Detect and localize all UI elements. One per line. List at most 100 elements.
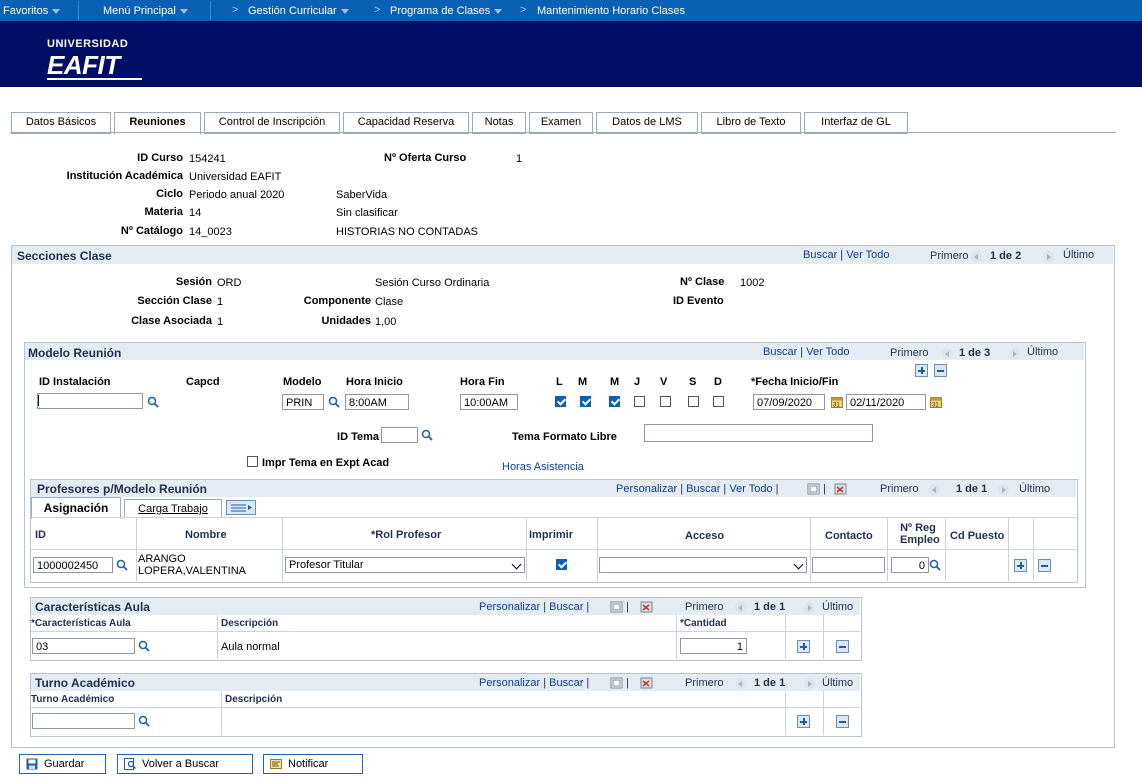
breadcrumb-programa[interactable]: Programa de Clases xyxy=(390,5,503,17)
search-icon[interactable] xyxy=(147,396,159,408)
breadcrumb-gestion[interactable]: Gestión Curricular xyxy=(248,5,349,17)
next-arrow-icon[interactable] xyxy=(1009,348,1020,359)
calendar-icon[interactable]: 31 xyxy=(930,396,943,408)
modelo-primero[interactable]: Primero xyxy=(890,347,929,359)
aula-personalizar-link[interactable]: Personalizar xyxy=(479,601,540,613)
contacto-input[interactable] xyxy=(812,557,885,573)
fecha-fin-input[interactable]: 02/11/2020 xyxy=(846,394,926,410)
prev-arrow-icon[interactable] xyxy=(735,678,746,689)
notificar-button[interactable]: Notificar xyxy=(263,754,363,774)
tab-libro-texto[interactable]: Libro de Texto xyxy=(701,112,801,134)
hora-inicio-input[interactable]: 8:00AM xyxy=(345,394,409,410)
add-row-button[interactable] xyxy=(1014,559,1027,572)
favoritos-menu[interactable]: Favoritos xyxy=(3,5,61,17)
search-icon[interactable] xyxy=(116,559,128,571)
day-m1-checkbox[interactable] xyxy=(580,396,591,407)
zoom-grid-icon[interactable] xyxy=(610,677,623,689)
delete-row-button[interactable] xyxy=(836,715,849,728)
cantidad-input[interactable]: 1 xyxy=(680,638,747,654)
profesores-personalizar-link[interactable]: Personalizar xyxy=(616,483,677,495)
tab-datos-lms[interactable]: Datos de LMS xyxy=(596,112,698,134)
horas-asistencia-link[interactable]: Horas Asistencia xyxy=(502,461,584,473)
catalogo-value: 14_0023 xyxy=(189,226,232,238)
prev-arrow-icon[interactable] xyxy=(929,484,940,495)
hora-fin-input[interactable]: 10:00AM xyxy=(460,394,518,410)
secciones-ver-todo-link[interactable]: Ver Todo xyxy=(846,249,889,261)
next-arrow-icon[interactable] xyxy=(998,484,1009,495)
menu-principal-menu[interactable]: Menú Principal xyxy=(103,5,188,17)
tab-datos-basicos[interactable]: Datos Básicos xyxy=(11,112,111,134)
fecha-inicio-input[interactable]: 07/09/2020 xyxy=(753,394,825,410)
download-excel-icon[interactable] xyxy=(640,677,653,689)
profesores-ultimo[interactable]: Último xyxy=(1019,483,1050,495)
show-all-columns-icon[interactable] xyxy=(226,500,256,515)
day-v-checkbox[interactable] xyxy=(660,396,671,407)
day-d-checkbox[interactable] xyxy=(713,396,724,407)
secciones-buscar-link[interactable]: Buscar xyxy=(803,249,837,261)
tab-examen[interactable]: Examen xyxy=(529,112,593,134)
modelo-input[interactable]: PRIN xyxy=(282,394,324,410)
delete-row-button[interactable] xyxy=(1038,559,1051,572)
zoom-grid-icon[interactable] xyxy=(610,601,623,613)
guardar-button[interactable]: Guardar xyxy=(19,754,106,774)
imprimir-checkbox[interactable] xyxy=(556,559,567,570)
day-s-checkbox[interactable] xyxy=(688,396,699,407)
next-arrow-icon[interactable] xyxy=(1043,251,1054,262)
turno-input[interactable] xyxy=(32,713,135,729)
tab-notas[interactable]: Notas xyxy=(472,112,526,134)
prev-arrow-icon[interactable] xyxy=(942,348,953,359)
subtab-carga-trabajo[interactable]: Carga Trabajo xyxy=(124,499,222,518)
reg-empleo-input[interactable]: 0 xyxy=(891,557,929,573)
next-arrow-icon[interactable] xyxy=(804,678,815,689)
secciones-ultimo[interactable]: Último xyxy=(1063,249,1094,261)
download-excel-icon[interactable] xyxy=(640,601,653,613)
aula-buscar-link[interactable]: Buscar xyxy=(549,601,583,613)
modelo-ultimo[interactable]: Último xyxy=(1027,346,1058,358)
turno-personalizar-link[interactable]: Personalizar xyxy=(479,677,540,689)
acceso-select[interactable] xyxy=(599,557,807,573)
search-icon[interactable] xyxy=(929,559,941,571)
prev-arrow-icon[interactable] xyxy=(971,251,982,262)
tab-control-inscripcion[interactable]: Control de Inscripción xyxy=(204,112,340,134)
tab-interfaz-gl[interactable]: Interfaz de GL xyxy=(804,112,908,134)
turno-buscar-link[interactable]: Buscar xyxy=(549,677,583,689)
calendar-icon[interactable]: 31 xyxy=(831,396,844,408)
turno-primero[interactable]: Primero xyxy=(685,677,724,689)
aula-primero[interactable]: Primero xyxy=(685,601,724,613)
download-excel-icon[interactable] xyxy=(834,483,847,495)
search-icon[interactable] xyxy=(138,715,150,727)
day-j-checkbox[interactable] xyxy=(634,396,645,407)
add-row-button[interactable] xyxy=(797,715,810,728)
search-icon[interactable] xyxy=(138,640,150,652)
instalacion-input[interactable] xyxy=(37,393,143,409)
secciones-primero[interactable]: Primero xyxy=(930,250,969,262)
tema-input[interactable] xyxy=(381,427,418,443)
profesores-buscar-link[interactable]: Buscar xyxy=(686,483,720,495)
delete-row-button[interactable] xyxy=(836,640,849,653)
profesor-id-input[interactable]: 1000002450 xyxy=(33,557,113,573)
modelo-ver-todo-link[interactable]: Ver Todo xyxy=(806,346,849,358)
aula-ultimo[interactable]: Último xyxy=(822,601,853,613)
tab-capacidad-reserva[interactable]: Capacidad Reserva xyxy=(343,112,469,134)
turno-ultimo[interactable]: Último xyxy=(822,677,853,689)
zoom-grid-icon[interactable] xyxy=(807,483,820,495)
day-l-checkbox[interactable] xyxy=(555,396,566,407)
profesores-primero[interactable]: Primero xyxy=(880,483,919,495)
volver-buscar-button[interactable]: Volver a Buscar xyxy=(117,754,253,774)
impr-tema-checkbox[interactable] xyxy=(247,456,258,467)
search-icon[interactable] xyxy=(421,429,433,441)
breadcrumb-mantenimiento[interactable]: Mantenimiento Horario Clases xyxy=(537,5,685,17)
add-row-button[interactable] xyxy=(797,640,810,653)
tema-libre-input[interactable] xyxy=(644,424,873,442)
next-arrow-icon[interactable] xyxy=(804,602,815,613)
delete-row-button[interactable] xyxy=(934,364,947,377)
subtab-asignacion[interactable]: Asignación xyxy=(31,497,121,519)
prev-arrow-icon[interactable] xyxy=(735,602,746,613)
search-icon[interactable] xyxy=(328,396,340,408)
day-m2-checkbox[interactable] xyxy=(609,396,620,407)
profesores-ver-todo-link[interactable]: Ver Todo xyxy=(729,483,772,495)
modelo-buscar-link[interactable]: Buscar xyxy=(763,346,797,358)
caracteristica-input[interactable]: 03 xyxy=(32,638,135,654)
rol-profesor-select[interactable]: Profesor Titular xyxy=(285,557,525,573)
add-row-button[interactable] xyxy=(915,364,928,377)
